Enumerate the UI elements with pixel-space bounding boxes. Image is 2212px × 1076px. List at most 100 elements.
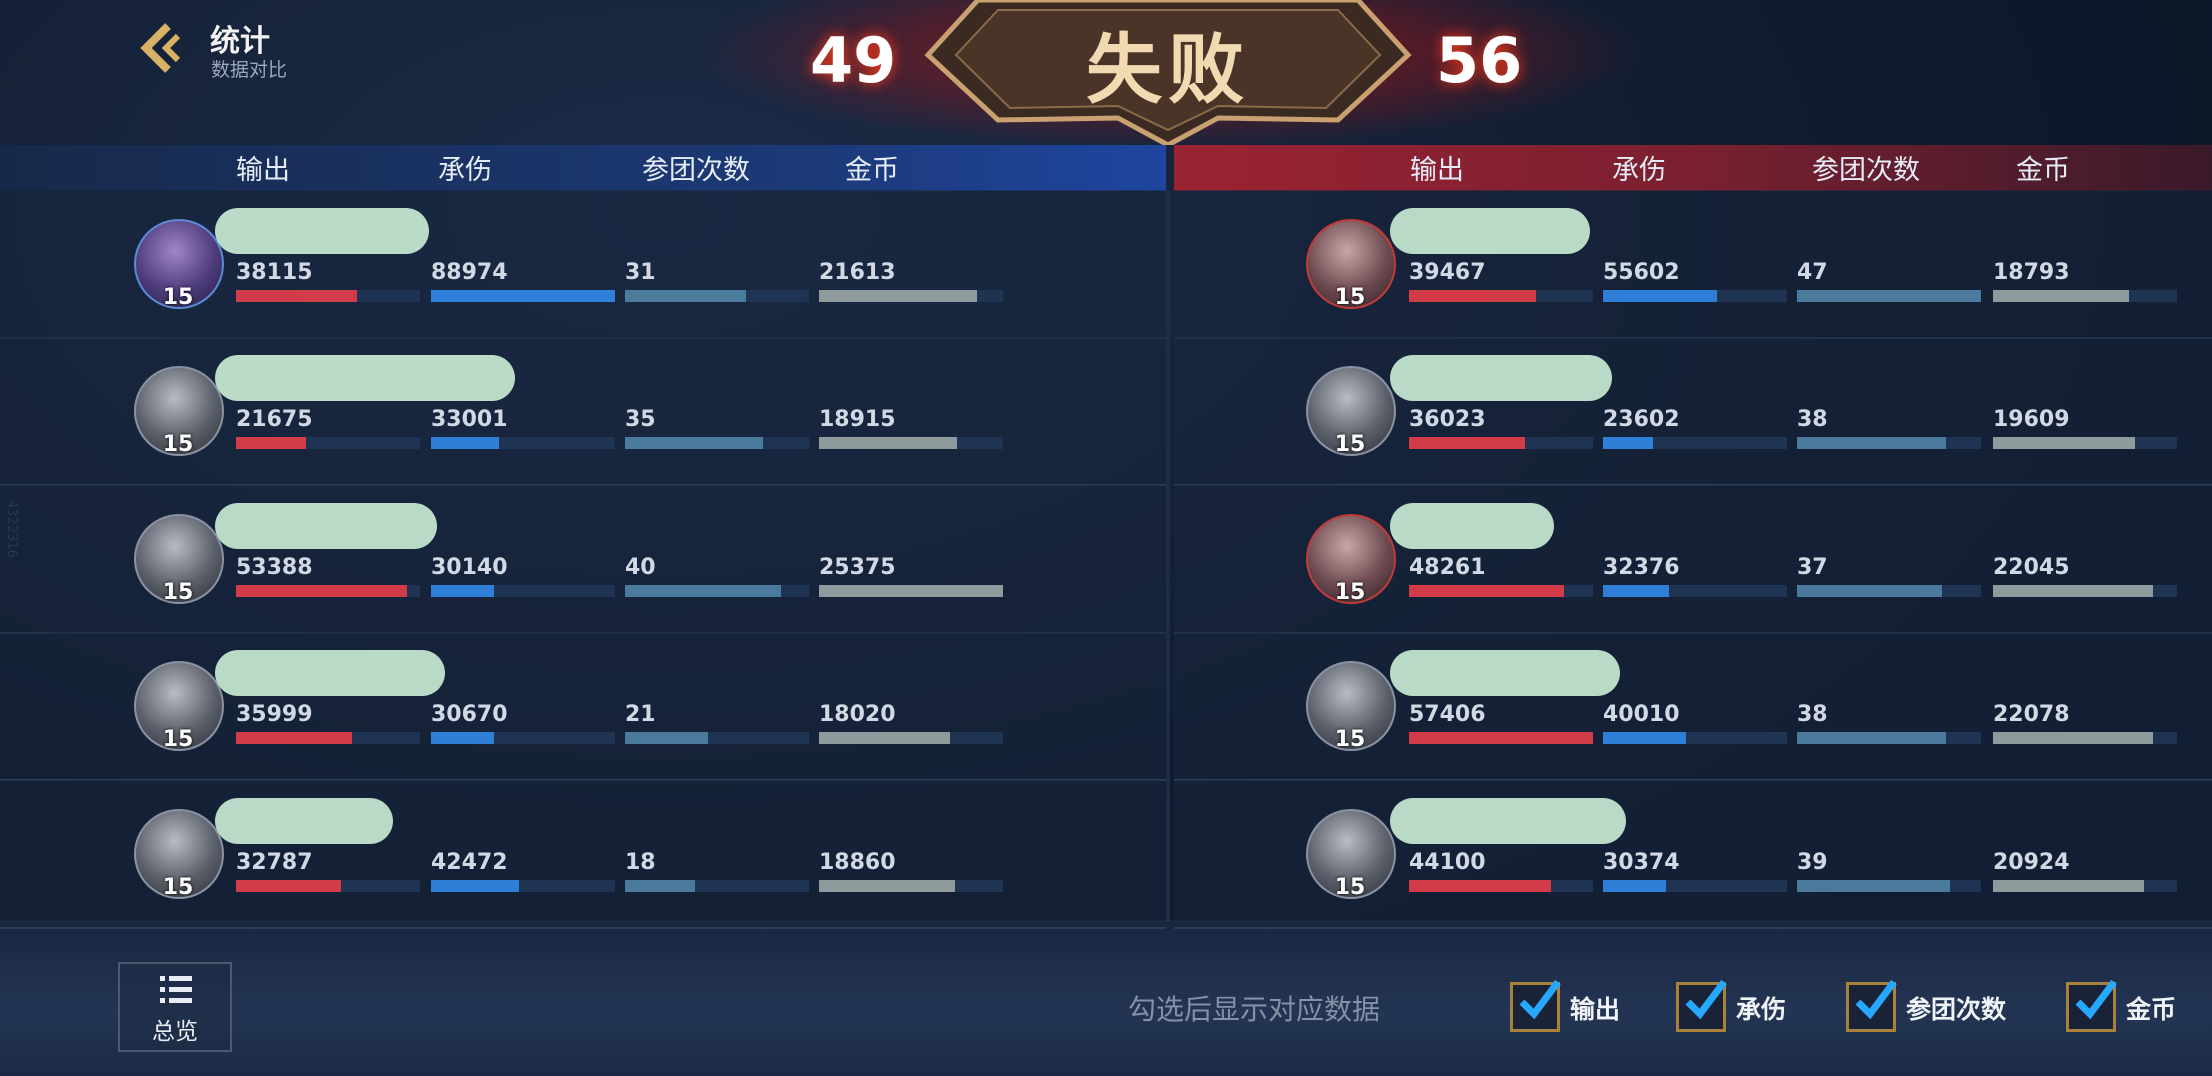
stat-bar-track (1993, 879, 2177, 892)
ally-col-output: 输出 (236, 155, 290, 186)
stat-bar-track (1993, 290, 2177, 302)
enemy-stat-gold: 19609 (1993, 407, 2070, 433)
overview-button[interactable]: 总览 (118, 962, 232, 1052)
redacted-player-name (215, 502, 437, 549)
stat-bar-track (625, 732, 809, 745)
stat-bar-fill-output (1409, 437, 1525, 450)
checkbox-label: 参团次数 (1906, 995, 2007, 1024)
ally-stat-teamfights: 18 (625, 849, 656, 875)
stat-bar-track (819, 879, 1003, 892)
hero-level: 15 (1334, 432, 1366, 458)
stat-bar-fill-teamfights (1797, 584, 1943, 597)
stat-bar-fill-gold (819, 732, 950, 745)
hero-level: 15 (162, 432, 194, 458)
filter-hint: 勾选后显示对应数据 (1128, 993, 1381, 1026)
stat-bar-track (1797, 437, 1981, 450)
overview-label: 总览 (152, 1019, 198, 1045)
enemy-col-gold: 金币 (2016, 155, 2070, 186)
ally-stat-teamfights: 40 (625, 554, 656, 580)
chevron-left-icon (140, 23, 181, 73)
hero-level: 15 (162, 874, 194, 900)
stat-bar-fill-damage-taken (431, 437, 500, 450)
stat-bar-fill-output (1409, 732, 1593, 745)
stat-bar-track (625, 879, 809, 892)
page-subtitle: 数据对比 (211, 59, 288, 81)
stat-bar-track (1409, 290, 1593, 302)
stat-bar-fill-gold (819, 290, 978, 302)
enemy-stat-teamfights: 37 (1797, 554, 1828, 580)
stat-bar-fill-teamfights (625, 584, 782, 597)
hero-level: 15 (1334, 285, 1366, 310)
back-button[interactable] (132, 18, 192, 78)
ally-stat-damage-taken: 33001 (431, 407, 508, 433)
page-title: 统计 (210, 24, 270, 59)
stat-bar-fill-gold (819, 437, 957, 450)
stat-bar-track (1993, 437, 2177, 450)
stat-bar-track (236, 879, 420, 892)
stat-bar-track (1409, 437, 1593, 450)
ally-stat-damage-taken: 30670 (431, 702, 508, 728)
stat-bar-fill-output (236, 732, 352, 745)
ally-stat-output: 21675 (236, 407, 313, 433)
stat-bar-fill-teamfights (1797, 879, 1950, 892)
checkbox-label: 金币 (2126, 995, 2177, 1024)
stat-bar-fill-damage-taken (431, 290, 615, 302)
stat-bar-fill-gold (1993, 732, 2154, 745)
ally-kills: 49 (810, 24, 897, 97)
stat-bar-track (1603, 437, 1787, 450)
result-label: 失败 (1086, 25, 1250, 114)
stat-bar-fill-output (236, 437, 306, 450)
enemy-stat-gold: 22078 (1993, 702, 2070, 728)
stat-bar-fill-output (1409, 290, 1536, 302)
stat-bar-track (1993, 732, 2177, 745)
stat-bar-fill-output (236, 584, 408, 597)
stat-bar-track (1603, 732, 1787, 745)
redacted-player-name (1390, 208, 1590, 254)
redacted-player-name (1390, 502, 1554, 549)
stat-bar-track (431, 584, 615, 597)
enemy-stat-damage-taken: 55602 (1603, 260, 1680, 285)
stat-bar-fill-teamfights (1797, 437, 1947, 450)
stat-bar-track (1409, 879, 1593, 892)
enemy-stat-output: 39467 (1409, 260, 1486, 285)
stat-bar-track (819, 290, 1003, 302)
enemy-stat-damage-taken: 30374 (1603, 849, 1680, 875)
ally-stat-output: 32787 (236, 849, 313, 875)
stat-bar-track (236, 290, 420, 302)
ally-stat-gold: 18020 (819, 702, 896, 728)
stat-bar-fill-output (236, 290, 358, 302)
stat-bar-fill-gold (1993, 879, 2144, 892)
stat-bar-fill-teamfights (625, 437, 763, 450)
stat-bar-track (1603, 879, 1787, 892)
ally-stat-damage-taken: 42472 (431, 849, 508, 875)
enemy-kills: 56 (1436, 24, 1523, 97)
redacted-player-name (215, 650, 445, 697)
redacted-player-name (215, 797, 393, 844)
enemy-stat-teamfights: 38 (1797, 407, 1828, 433)
stat-bar-fill-teamfights (625, 290, 747, 302)
stat-bar-fill-damage-taken (1603, 437, 1653, 450)
stat-bar-track (1603, 584, 1787, 597)
stat-bar-track (625, 437, 809, 450)
stat-bar-track (1797, 879, 1981, 892)
ally-stat-output: 38115 (236, 260, 313, 285)
redacted-player-name (215, 355, 515, 402)
ally-stat-teamfights: 35 (625, 407, 656, 433)
stat-bar-track (1409, 584, 1593, 597)
stat-bar-track (1993, 584, 2177, 597)
enemy-col-damage-taken: 承伤 (1612, 155, 1666, 186)
ally-stat-teamfights: 31 (625, 260, 656, 285)
ally-stat-teamfights: 21 (625, 702, 656, 728)
enemy-col-output: 输出 (1410, 155, 1464, 186)
ally-header-bar (0, 145, 1166, 191)
stat-bar-fill-teamfights (625, 732, 708, 745)
hero-level: 15 (1334, 874, 1366, 900)
checkmark-icon (1685, 979, 1727, 1020)
redacted-player-name (1390, 797, 1626, 844)
ally-stat-output: 35999 (236, 702, 313, 728)
hero-level: 15 (162, 727, 194, 753)
checkmark-icon (2075, 979, 2117, 1020)
enemy-stat-gold: 22045 (1993, 554, 2070, 580)
stat-bar-fill-teamfights (625, 879, 695, 892)
ally-stat-damage-taken: 88974 (431, 260, 508, 285)
